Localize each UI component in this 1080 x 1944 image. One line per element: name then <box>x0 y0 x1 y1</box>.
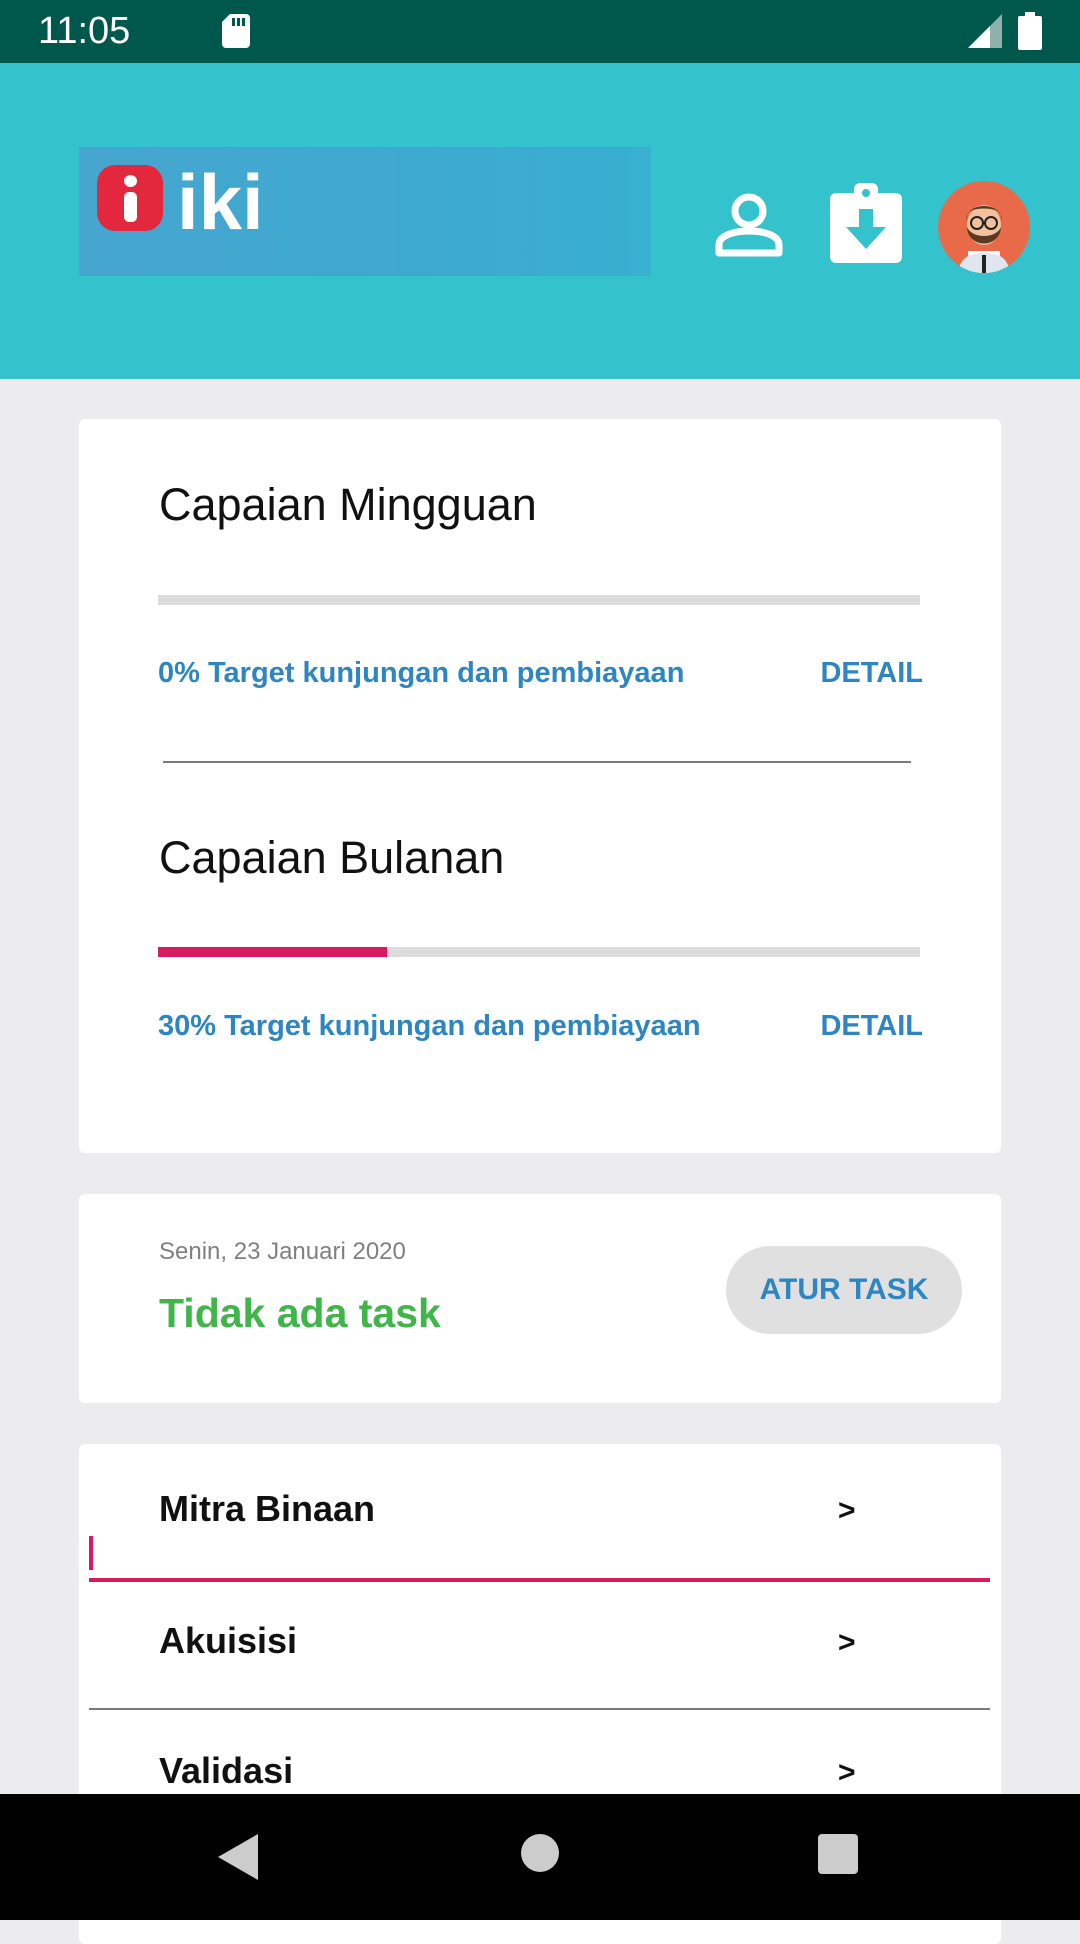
focus-cursor <box>89 1536 93 1570</box>
chevron-right-icon: > <box>838 1494 856 1527</box>
system-nav-bar <box>0 1794 1080 1920</box>
menu-item-akuisisi[interactable]: Akuisisi > <box>79 1576 1001 1706</box>
status-time: 11:05 <box>38 10 131 52</box>
task-date: Senin, 23 Januari 2020 <box>159 1238 406 1265</box>
menu-item-mitra-binaan[interactable]: Mitra Binaan > <box>79 1444 1001 1574</box>
weekly-progress-bar <box>158 595 920 605</box>
weekly-progress-text: 0% Target kunjungan dan pembiayaan <box>158 657 685 689</box>
chevron-right-icon: > <box>838 1626 856 1659</box>
task-card: Senin, 23 Januari 2020 Tidak ada task AT… <box>79 1194 1001 1403</box>
section-divider <box>163 761 911 763</box>
logo-text: iki <box>177 158 264 246</box>
achievement-card: Capaian Mingguan 0% Target kunjungan dan… <box>79 419 1001 1153</box>
monthly-progress-text: 30% Target kunjungan dan pembiayaan <box>158 1010 701 1042</box>
battery-icon <box>1018 12 1042 50</box>
weekly-title: Capaian Mingguan <box>159 479 537 530</box>
logo-mark-icon <box>97 165 163 231</box>
monthly-progress-fill <box>158 947 387 957</box>
back-icon[interactable] <box>218 1834 258 1880</box>
recents-icon[interactable] <box>818 1834 858 1874</box>
download-icon[interactable] <box>830 183 902 263</box>
monthly-progress-bar <box>158 947 920 957</box>
task-status: Tidak ada task <box>159 1290 441 1336</box>
sd-card-icon <box>222 14 250 48</box>
monthly-title: Capaian Bulanan <box>159 832 505 883</box>
app-logo: iki <box>79 147 651 276</box>
home-icon[interactable] <box>521 1834 559 1872</box>
menu-item-label: Akuisisi <box>159 1620 298 1661</box>
avatar[interactable] <box>938 181 1030 273</box>
menu-item-label: Mitra Binaan <box>159 1488 376 1529</box>
atur-task-button[interactable]: ATUR TASK <box>726 1246 962 1334</box>
chevron-right-icon: > <box>838 1756 856 1789</box>
menu-item-label: Validasi <box>159 1750 294 1791</box>
status-bar: 11:05 <box>0 0 1080 63</box>
profile-icon[interactable] <box>715 193 783 257</box>
monthly-detail-link[interactable]: DETAIL <box>820 1010 923 1043</box>
weekly-detail-link[interactable]: DETAIL <box>820 657 923 690</box>
signal-icon <box>968 14 1002 48</box>
avatar-illustration <box>958 205 1010 273</box>
app-header: iki <box>0 63 1080 379</box>
